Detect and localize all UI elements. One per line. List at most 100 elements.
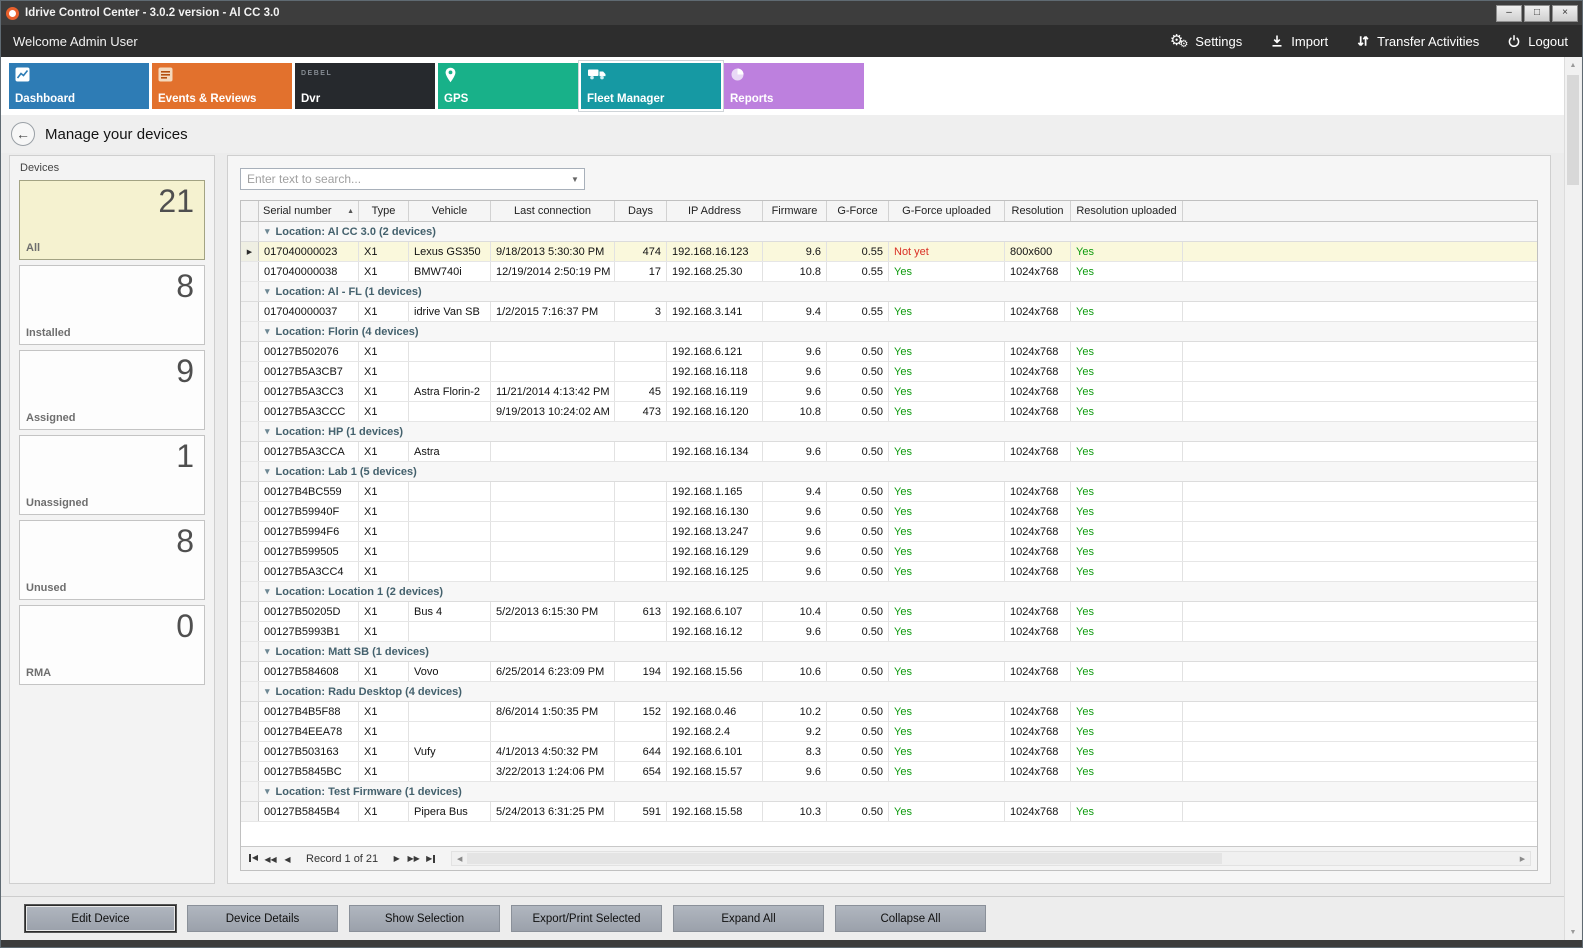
scroll-down-icon[interactable]: ▼ <box>1565 924 1581 940</box>
close-button[interactable]: × <box>1552 5 1578 22</box>
group-row[interactable]: ▾Location: Test Firmware (1 devices) <box>241 782 1537 802</box>
cell-serial: 00127B584608 <box>259 662 359 681</box>
maximize-button[interactable]: □ <box>1524 5 1550 22</box>
horizontal-scroll-thumb[interactable] <box>467 853 1221 864</box>
table-row[interactable]: 00127B5845BCX13/22/2013 1:24:06 PM654192… <box>241 762 1537 782</box>
expand-all-button[interactable]: Expand All <box>673 905 824 932</box>
table-row[interactable]: 00127B5A3CCCX19/19/2013 10:24:02 AM47319… <box>241 402 1537 422</box>
pager-prev-page-button[interactable]: ◀◀ <box>262 851 279 867</box>
horizontal-scrollbar[interactable]: ◀ ▶ <box>451 851 1531 866</box>
cell-last-connection: 11/21/2014 4:13:42 PM <box>491 382 615 401</box>
table-row[interactable]: 00127B5A3CCAX1Astra192.168.16.1349.60.50… <box>241 442 1537 462</box>
table-row[interactable]: 00127B502076X1192.168.6.1219.60.50Yes102… <box>241 342 1537 362</box>
dropdown-arrow-icon[interactable]: ▼ <box>566 175 584 184</box>
group-row[interactable]: ▾Location: Florin (4 devices) <box>241 322 1537 342</box>
back-arrow-icon: ← <box>16 126 30 142</box>
table-row[interactable]: 00127B5A3CB7X1192.168.16.1189.60.50Yes10… <box>241 362 1537 382</box>
scroll-left-icon[interactable]: ◀ <box>452 855 467 863</box>
menu-action-logout[interactable]: Logout <box>1507 34 1568 49</box>
table-row[interactable]: 00127B50205DX1Bus 45/2/2013 6:15:30 PM61… <box>241 602 1537 622</box>
group-row[interactable]: ▾Location: Al - FL (1 devices) <box>241 282 1537 302</box>
column-header-resolution[interactable]: Resolution <box>1005 201 1071 221</box>
scroll-right-icon[interactable]: ▶ <box>1515 855 1530 863</box>
device-filter-assigned[interactable]: 9Assigned <box>19 350 205 430</box>
cell-resolution: 1024x768 <box>1005 702 1071 721</box>
device-details-button[interactable]: Device Details <box>187 905 338 932</box>
pager-prev-button[interactable]: ◀ <box>279 851 296 867</box>
export-print-selected-button[interactable]: Export/Print Selected <box>511 905 662 932</box>
group-header-content: ▾Location: Florin (4 devices) <box>259 322 419 341</box>
column-header-type[interactable]: Type <box>359 201 409 221</box>
column-header-vehicle[interactable]: Vehicle <box>409 201 491 221</box>
minimize-button[interactable]: – <box>1496 5 1522 22</box>
cell-vehicle <box>409 362 491 381</box>
table-row[interactable]: 00127B4BC559X1192.168.1.1659.40.50Yes102… <box>241 482 1537 502</box>
group-row[interactable]: ▾Location: Lab 1 (5 devices) <box>241 462 1537 482</box>
group-row[interactable]: ▾Location: Radu Desktop (4 devices) <box>241 682 1537 702</box>
table-row[interactable]: 00127B5A3CC4X1192.168.16.1259.60.50Yes10… <box>241 562 1537 582</box>
show-selection-button[interactable]: Show Selection <box>349 905 500 932</box>
back-button[interactable]: ← <box>11 122 35 146</box>
table-row[interactable]: ▶017040000023X1Lexus GS3509/18/2013 5:30… <box>241 242 1537 262</box>
column-header-resolution-uploaded[interactable]: Resolution uploaded <box>1071 201 1183 221</box>
column-header-firmware[interactable]: Firmware <box>763 201 827 221</box>
import-icon <box>1270 34 1284 48</box>
pager-next-button[interactable]: ▶ <box>388 851 405 867</box>
table-row[interactable]: 00127B4EEA78X1192.168.2.49.20.50Yes1024x… <box>241 722 1537 742</box>
collapse-all-button[interactable]: Collapse All <box>835 905 986 932</box>
device-filter-unassigned[interactable]: 1Unassigned <box>19 435 205 515</box>
table-row[interactable]: 00127B503163X1Vufy4/1/2013 4:50:32 PM644… <box>241 742 1537 762</box>
menu-action-transfer-activities[interactable]: Transfer Activities <box>1356 34 1479 49</box>
column-header-serial-number[interactable]: Serial number▲ <box>259 201 359 221</box>
group-row[interactable]: ▾Location: HP (1 devices) <box>241 422 1537 442</box>
cell-g-force: 0.50 <box>827 802 889 821</box>
truck-icon <box>587 67 608 81</box>
menu-action-settings[interactable]: ⚙⚙Settings <box>1170 34 1242 49</box>
cell-vehicle <box>409 402 491 421</box>
tab-reports[interactable]: Reports <box>724 63 864 109</box>
table-row[interactable]: 00127B59940FX1192.168.16.1309.60.50Yes10… <box>241 502 1537 522</box>
group-row[interactable]: ▾Location: Location 1 (2 devices) <box>241 582 1537 602</box>
pager-last-button[interactable]: ▶ <box>422 851 439 867</box>
edit-device-button[interactable]: Edit Device <box>25 905 176 932</box>
tab-dashboard[interactable]: Dashboard <box>9 63 149 109</box>
tab-gps[interactable]: GPS <box>438 63 578 109</box>
group-row[interactable]: ▾Location: Al CC 3.0 (2 devices) <box>241 222 1537 242</box>
column-header-g-force[interactable]: G-Force <box>827 201 889 221</box>
group-row[interactable]: ▾Location: Matt SB (1 devices) <box>241 642 1537 662</box>
column-header-g-force-uploaded[interactable]: G-Force uploaded <box>889 201 1005 221</box>
device-filter-unused[interactable]: 8Unused <box>19 520 205 600</box>
tab-dvr[interactable]: DEBELDvr <box>295 63 435 109</box>
table-row[interactable]: 00127B5A3CC3X1Astra Florin-211/21/2014 4… <box>241 382 1537 402</box>
gears-icon: ⚙⚙ <box>1170 34 1188 49</box>
column-header-ip-address[interactable]: IP Address <box>667 201 763 221</box>
table-row[interactable]: 00127B5845B4X1Pipera Bus5/24/2013 6:31:2… <box>241 802 1537 822</box>
cell-firmware: 8.3 <box>763 742 827 761</box>
device-filter-rma[interactable]: 0RMA <box>19 605 205 685</box>
search-input[interactable] <box>241 172 566 186</box>
device-filter-installed[interactable]: 8Installed <box>19 265 205 345</box>
tab-fleet-manager[interactable]: Fleet Manager <box>581 63 721 109</box>
row-indicator-cell <box>241 702 259 721</box>
table-row[interactable]: 017040000038X1BMW740i12/19/2014 2:50:19 … <box>241 262 1537 282</box>
vertical-scroll-thumb[interactable] <box>1567 75 1579 185</box>
vertical-scrollbar[interactable]: ▲ ▼ <box>1564 57 1581 940</box>
scroll-up-icon[interactable]: ▲ <box>1565 57 1581 73</box>
tab-events-reviews[interactable]: Events & Reviews <box>152 63 292 109</box>
table-row[interactable]: 00127B584608X1Vovo6/25/2014 6:23:09 PM19… <box>241 662 1537 682</box>
table-row[interactable]: 00127B4B5F88X18/6/2014 1:50:35 PM152192.… <box>241 702 1537 722</box>
table-row[interactable]: 017040000037X1idrive Van SB1/2/2015 7:16… <box>241 302 1537 322</box>
column-header-days[interactable]: Days <box>615 201 667 221</box>
device-filter-all[interactable]: 21All <box>19 180 205 260</box>
column-header-last-connection[interactable]: Last connection <box>491 201 615 221</box>
pager-first-button[interactable]: ◀ <box>245 850 262 866</box>
cell-g-force-uploaded: Yes <box>889 542 1005 561</box>
table-row[interactable]: 00127B599505X1192.168.16.1299.60.50Yes10… <box>241 542 1537 562</box>
row-filler <box>1183 742 1537 761</box>
cell-g-force: 0.50 <box>827 442 889 461</box>
table-row[interactable]: 00127B5993B1X1192.168.16.129.60.50Yes102… <box>241 622 1537 642</box>
menu-action-import[interactable]: Import <box>1270 34 1328 49</box>
table-row[interactable]: 00127B5994F6X1192.168.13.2479.60.50Yes10… <box>241 522 1537 542</box>
pager-next-page-button[interactable]: ▶▶ <box>405 851 422 867</box>
horizontal-scroll-track[interactable] <box>467 852 1515 865</box>
